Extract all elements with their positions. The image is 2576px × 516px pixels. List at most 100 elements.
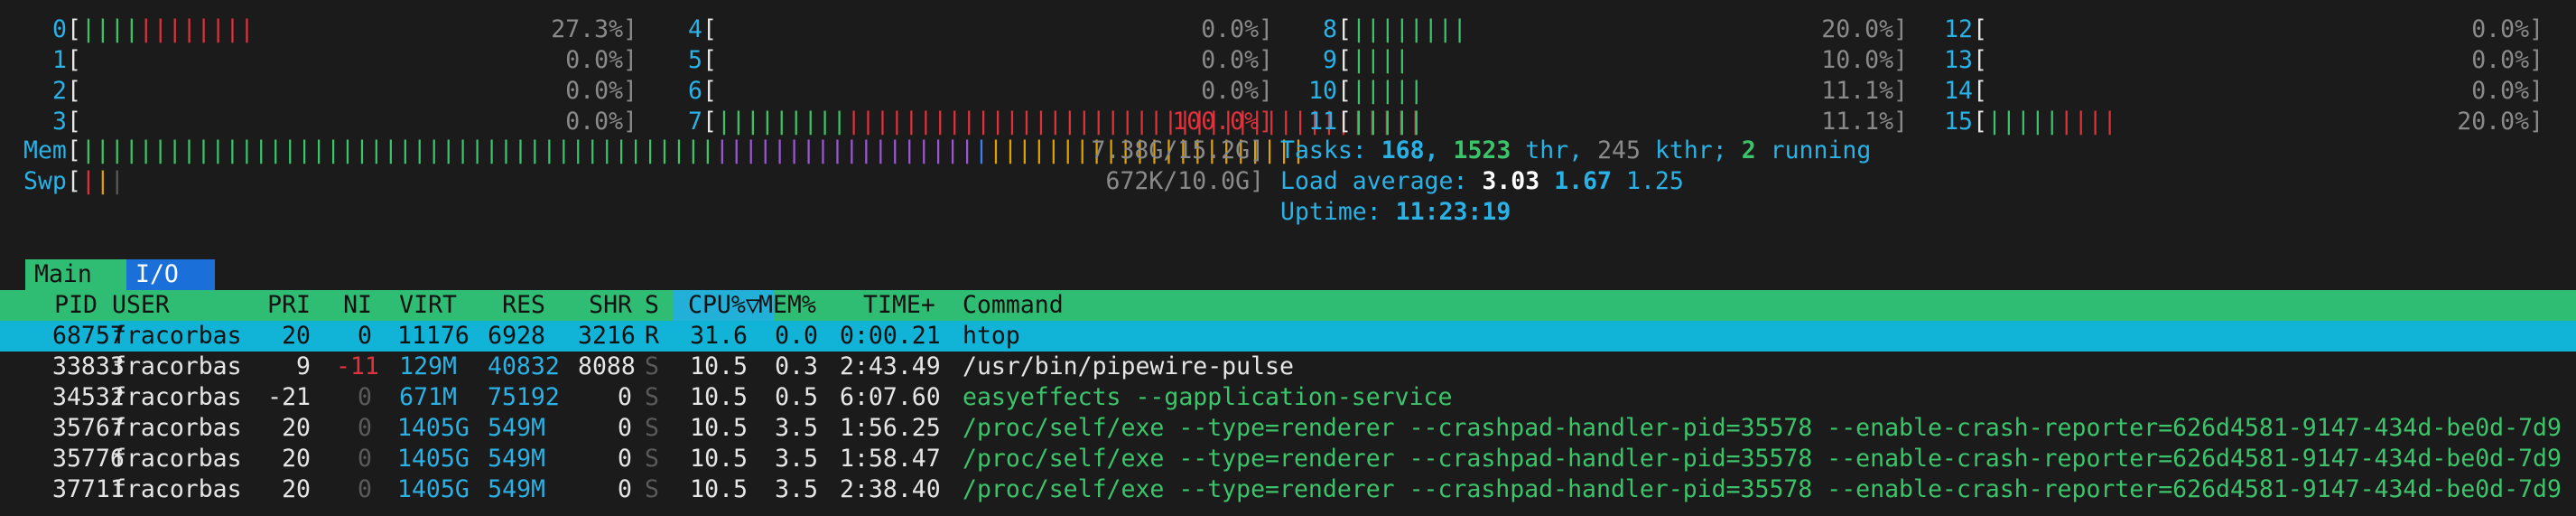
cell-shr: 0 <box>618 383 632 411</box>
cpu-pct-5: 0.0%] <box>1201 46 1273 74</box>
col-time[interactable]: TIME+ <box>863 290 935 321</box>
cell-res: 75192 <box>488 383 560 411</box>
cell-cpu: 10.5 <box>690 475 748 503</box>
cell-ni: -11 <box>336 352 379 380</box>
cpu-pct-3: 0.0%] <box>565 108 637 136</box>
col-pri[interactable]: PRI <box>262 290 311 321</box>
cpu-bracket: [ <box>702 15 717 43</box>
cell-res: 549M <box>488 445 545 473</box>
cpu-pct-12: 0.0%] <box>2471 15 2543 43</box>
cell-ni: 0 <box>358 445 372 473</box>
mem-bar-shared: |||||||||||||||||| <box>714 136 975 164</box>
table-row[interactable]: 35767 fracorbas 20 0 1405G 549M 0 S 10.5 3.5 1:56.… <box>0 413 2576 444</box>
tab-main[interactable]: Main <box>25 259 126 290</box>
cpu-bar-normal: ||||| <box>1351 77 1424 105</box>
cell-virt: 1405G <box>397 445 470 473</box>
load-1min: 3.03 <box>1482 167 1540 195</box>
cpu-bar-normal: ||||| <box>1351 108 1424 136</box>
table-row[interactable]: 68757 fracorbas 20 0 11176 6928 3216 R 31.6 0.0 0:… <box>0 321 2576 352</box>
cell-pid: 35767 <box>52 414 125 442</box>
col-shr[interactable]: SHR <box>578 290 632 321</box>
cell-virt: 1405G <box>397 414 470 442</box>
cell-s: S <box>645 475 659 503</box>
table-row[interactable]: 33833 fracorbas 9 -11 129M 40832 8088 S 10.5 0.3 2… <box>0 352 2576 382</box>
col-ni[interactable]: NI <box>336 290 372 321</box>
cell-shr: 3216 <box>578 322 636 350</box>
cpu-id: 13 <box>1944 46 1973 74</box>
cell-pid: 37711 <box>52 475 125 503</box>
cell-ni: 0 <box>358 383 372 411</box>
mem-label: Mem <box>23 136 67 164</box>
col-state[interactable]: S <box>645 290 659 321</box>
cell-cpu: 10.5 <box>690 383 748 411</box>
cell-user: fracorbas <box>112 383 242 411</box>
col-user[interactable]: USER <box>112 290 170 321</box>
cpu-bracket: [ <box>702 108 717 136</box>
tasks-label: Tasks: <box>1280 136 1367 164</box>
cell-mem: 3.5 <box>775 475 818 503</box>
cell-cpu: 10.5 <box>690 352 748 380</box>
cell-user: fracorbas <box>112 322 242 350</box>
swp-bracket: [ <box>66 167 81 195</box>
cpu-bracket: [ <box>1337 15 1352 43</box>
table-row[interactable]: 37711 fracorbas 20 0 1405G 549M 0 S 10.5 3.5 2:38.… <box>0 474 2576 505</box>
uptime-meter: Uptime: 11:23:19 <box>1280 197 1511 228</box>
swp-label: Swp <box>23 167 67 195</box>
cpu-id: 14 <box>1944 77 1973 105</box>
cell-user: fracorbas <box>112 475 242 503</box>
cpu-id: 9 <box>1323 46 1337 74</box>
col-command[interactable]: Command <box>963 290 1064 321</box>
cell-ni: 0 <box>358 475 372 503</box>
cell-shr: 0 <box>618 445 632 473</box>
cpu-id: 6 <box>688 77 702 105</box>
cell-cmd: /proc/self/exe --type=renderer --crashpa… <box>963 445 2562 473</box>
cpu-pct-value: 100.0%] <box>1172 108 1273 136</box>
load-15min: 1.25 <box>1625 167 1684 195</box>
cell-pid: 34532 <box>52 383 125 411</box>
cpu-bar-kernel: |||| <box>2059 108 2117 136</box>
cpu-bracket: [ <box>67 108 81 136</box>
cpu-meter-0: 0[|||||||||||| <box>23 14 254 45</box>
cpu-bracket: [ <box>67 46 81 74</box>
table-row[interactable]: 35776 fracorbas 20 0 1405G 549M 0 S 10.5 3.5 1:58.… <box>0 444 2576 474</box>
cpu-meter-13: 13[ <box>1930 45 1987 76</box>
cpu-bracket: [ <box>67 15 81 43</box>
swp-bar-cache: | <box>95 167 110 195</box>
col-virt[interactable]: VIRT <box>397 290 457 321</box>
cpu-bar-normal: ||||| <box>1986 108 2060 136</box>
cpu-meter-14: 14[ <box>1930 76 1987 107</box>
cpu-id: 3 <box>52 108 67 136</box>
cpu-pct-4: 0.0%] <box>1201 15 1273 43</box>
cpu-meter-11: 11[||||| <box>1294 107 1424 137</box>
cell-ni: 0 <box>358 322 372 350</box>
cell-cmd: easyeffects --gapplication-service <box>963 383 1453 411</box>
uptime-label: Uptime: <box>1280 198 1381 226</box>
col-res[interactable]: RES <box>488 290 545 321</box>
cpu-bar-normal: ||||||||| <box>716 108 847 136</box>
cpu-pct-2: 0.0%] <box>565 77 637 105</box>
col-pid[interactable]: PID <box>52 290 98 321</box>
cell-cmd: /proc/self/exe --type=renderer --crashpa… <box>963 475 2562 503</box>
cell-pri: 20 <box>282 475 311 503</box>
cpu-id: 7 <box>688 108 702 136</box>
cell-virt: 671M <box>399 383 457 411</box>
cell-res: 40832 <box>488 352 560 380</box>
table-row[interactable]: 34532 fracorbas -21 0 671M 75192 0 S 10.5 0.5 6:07… <box>0 382 2576 413</box>
cell-user: fracorbas <box>112 445 242 473</box>
cell-user: fracorbas <box>112 414 242 442</box>
cell-time: 2:43.49 <box>840 352 941 380</box>
cpu-bracket: [ <box>702 77 717 105</box>
cpu-bar-normal: |||| <box>80 15 139 43</box>
cell-pid: 35776 <box>52 445 125 473</box>
cell-pid: 68757 <box>52 322 125 350</box>
cpu-bracket: [ <box>67 77 81 105</box>
cpu-id: 2 <box>52 77 67 105</box>
cpu-meter-6: 6[ <box>659 76 717 107</box>
cpu-id: 12 <box>1944 15 1973 43</box>
cpu-bar-normal: |||| <box>1351 46 1409 74</box>
tab-io[interactable]: I/O <box>126 259 215 290</box>
col-mem[interactable]: MEM% <box>758 290 816 321</box>
cell-ni: 0 <box>358 414 372 442</box>
cell-shr: 8088 <box>578 352 636 380</box>
swp-bar-used: | <box>80 167 96 195</box>
